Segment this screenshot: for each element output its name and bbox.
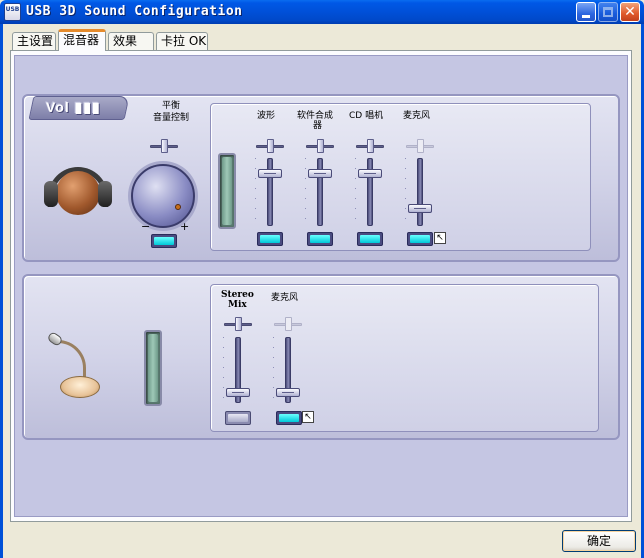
record-level-meter xyxy=(144,330,162,406)
channel-label-mic: 麦克风 xyxy=(403,111,431,121)
stereo-mix-balance-slider[interactable] xyxy=(224,317,252,331)
knob-indicator xyxy=(175,204,181,210)
minimize-button[interactable] xyxy=(576,2,596,22)
vol-bars-icon: ▮▮▮ xyxy=(74,99,101,115)
cd-volume-slider[interactable] xyxy=(356,158,384,226)
knob-minus-label: − xyxy=(141,220,151,233)
tab-effects[interactable]: 效果 xyxy=(108,32,154,50)
tab-mixer[interactable]: 混音器 xyxy=(58,29,106,51)
channel-label-wave: 波形 xyxy=(257,111,276,121)
maximize-icon xyxy=(603,7,613,17)
microphone-icon xyxy=(46,330,106,404)
synth-balance-slider[interactable] xyxy=(306,139,334,153)
record-label-stereo-line2: Mix xyxy=(228,300,247,310)
playback-level-meter xyxy=(218,153,236,229)
window-title: USB 3D Sound Configuration xyxy=(26,4,243,19)
record-mic-volume-slider[interactable] xyxy=(274,337,302,403)
master-volume-knob[interactable] xyxy=(131,164,195,228)
record-mic-select-button[interactable] xyxy=(276,411,302,425)
record-mic-volume-thumb[interactable] xyxy=(276,388,300,397)
synth-volume-slider[interactable] xyxy=(306,158,334,226)
record-mic-advanced-icon[interactable]: ↖ xyxy=(302,411,314,423)
window-frame-left xyxy=(0,24,3,558)
close-button[interactable]: ✕ xyxy=(620,2,640,22)
mic-mute-button[interactable] xyxy=(407,232,433,246)
mic-balance-slider xyxy=(406,139,434,153)
synth-volume-thumb[interactable] xyxy=(308,169,332,178)
mic-advanced-icon[interactable]: ↖ xyxy=(434,232,446,244)
usb-app-icon: USB xyxy=(4,3,21,21)
close-icon: ✕ xyxy=(624,4,636,20)
record-label-stereo: Stereo xyxy=(221,290,254,300)
wave-volume-thumb[interactable] xyxy=(258,169,282,178)
wave-balance-slider[interactable] xyxy=(256,139,284,153)
wave-volume-slider[interactable] xyxy=(256,158,284,226)
cd-balance-slider[interactable] xyxy=(356,139,384,153)
wave-mute-button[interactable] xyxy=(257,232,283,246)
vol-label: Vol ▮▮▮ xyxy=(46,99,101,115)
stereo-mix-select-button[interactable] xyxy=(225,411,251,425)
master-balance-slider[interactable] xyxy=(150,139,178,153)
ok-button[interactable]: 确定 xyxy=(562,530,636,552)
synth-mute-button[interactable] xyxy=(307,232,333,246)
record-mic-balance-slider xyxy=(274,317,302,331)
headphones-icon xyxy=(44,165,112,215)
record-channels-area xyxy=(210,284,599,432)
tab-main-settings[interactable]: 主设置 xyxy=(12,32,56,50)
stereo-mix-volume-thumb[interactable] xyxy=(226,388,250,397)
cd-volume-thumb[interactable] xyxy=(358,169,382,178)
record-label-mic: 麦克风 xyxy=(271,293,299,303)
app-icon-label: USB xyxy=(5,6,20,13)
master-mute-button[interactable] xyxy=(151,234,177,248)
mic-volume-slider[interactable] xyxy=(406,158,434,226)
balance-volume-label: 平衡 音量控制 xyxy=(152,101,189,123)
cd-mute-button[interactable] xyxy=(357,232,383,246)
stereo-mix-volume-slider[interactable] xyxy=(224,337,252,403)
channel-label-synth-line2: 器 xyxy=(313,121,323,131)
knob-plus-label: + xyxy=(180,220,190,233)
channel-label-cd: CD 唱机 xyxy=(349,111,384,121)
mic-volume-thumb[interactable] xyxy=(408,204,432,213)
minimize-icon xyxy=(582,15,590,18)
tab-karaoke[interactable]: 卡拉 OK xyxy=(156,32,208,50)
maximize-button xyxy=(598,2,618,22)
